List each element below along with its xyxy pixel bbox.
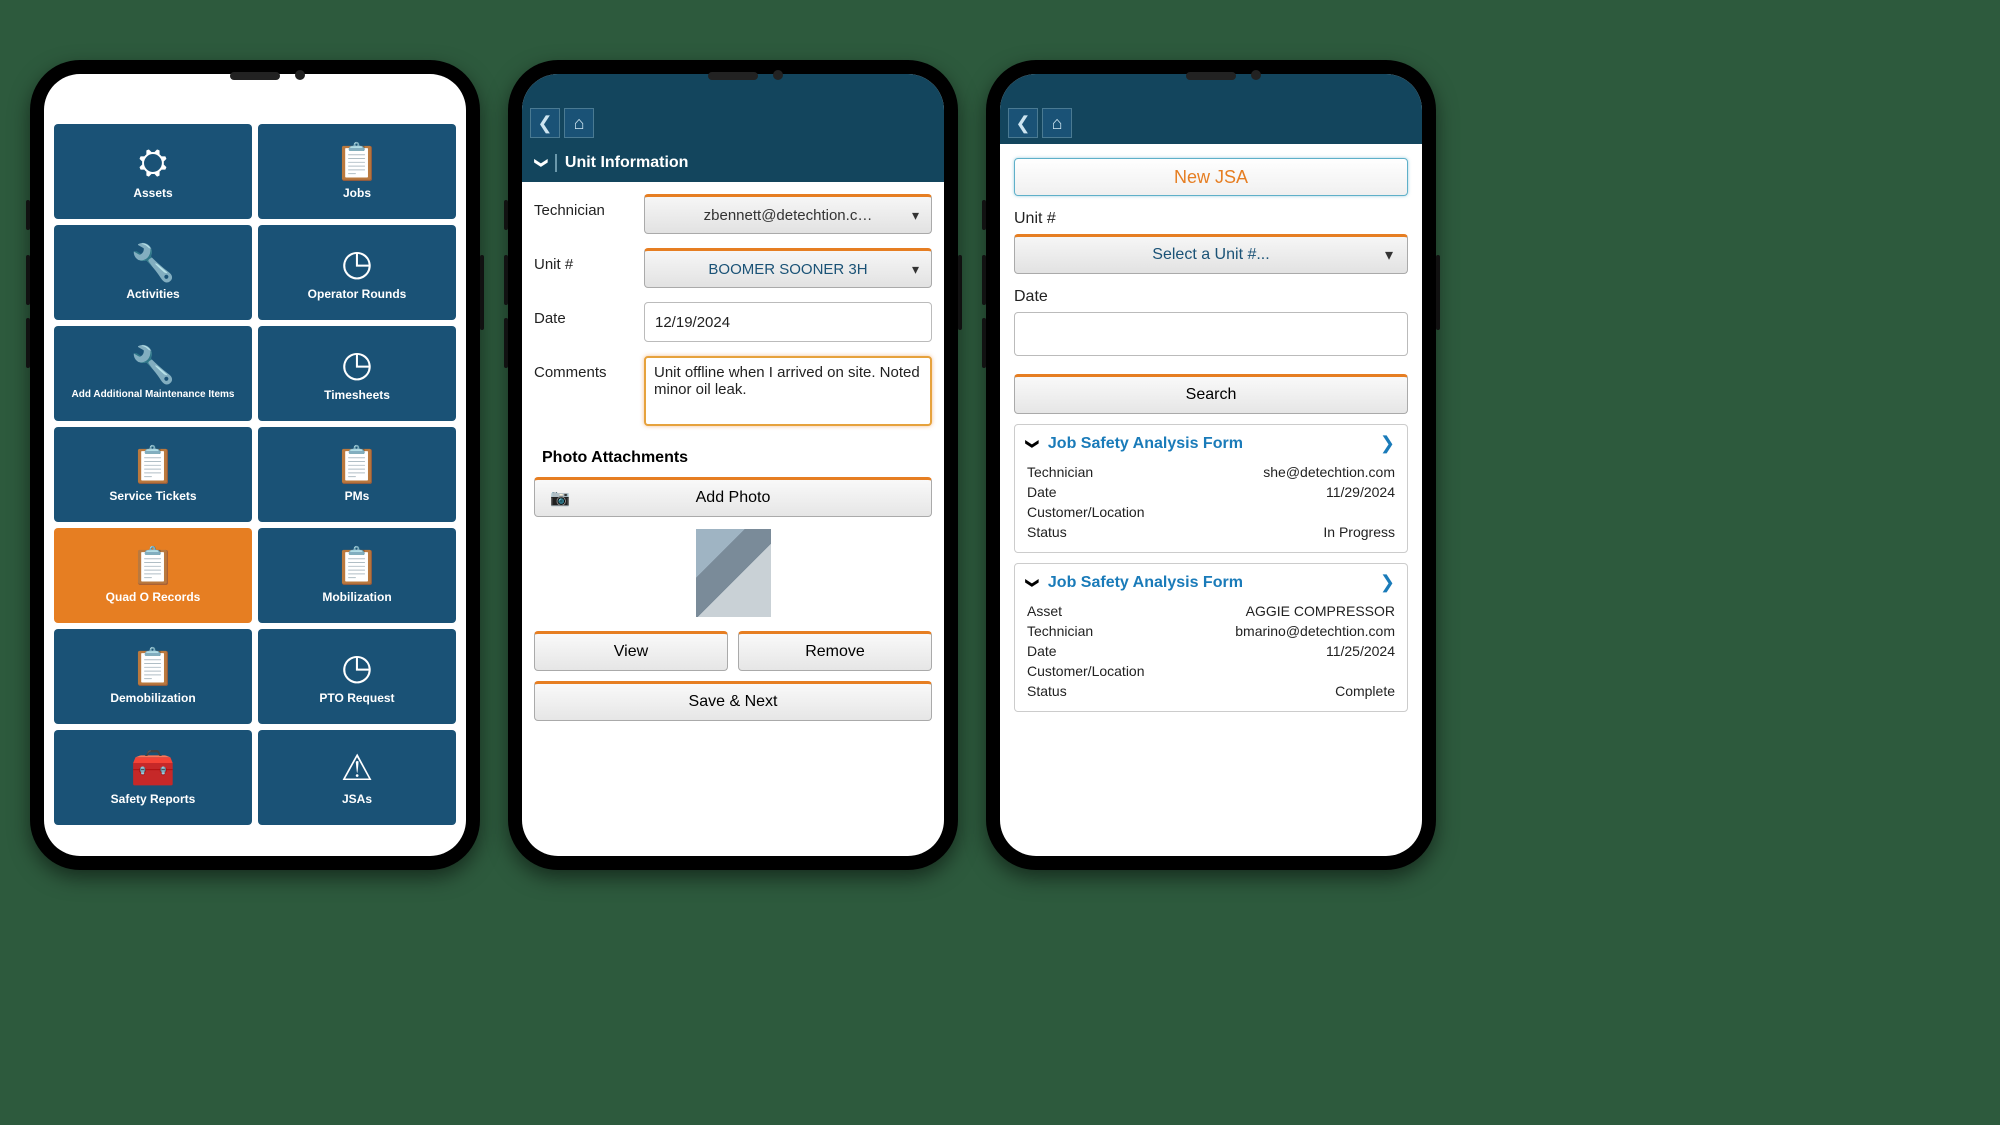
menu-tile-pto-request[interactable]: ◷ PTO Request: [258, 629, 456, 724]
tile-icon: ◷: [341, 649, 372, 685]
topbar: ❮ ⌂: [522, 74, 944, 144]
unit-select[interactable]: BOOMER SOONER 3H: [644, 248, 932, 288]
tile-label: Mobilization: [322, 590, 391, 604]
menu-tile-demobilization[interactable]: 📋 Demobilization: [54, 629, 252, 724]
chevron-down-icon: ❯: [533, 158, 549, 169]
tile-label: Timesheets: [324, 388, 390, 402]
chevron-down-icon: ❯: [1024, 438, 1040, 449]
tile-icon: ⛭: [139, 144, 168, 180]
back-button[interactable]: ❮: [530, 108, 560, 138]
unit-label: Unit #: [534, 248, 644, 273]
tile-icon: ◷: [341, 346, 372, 382]
camera-icon: 📷: [550, 488, 570, 508]
home-button[interactable]: ⌂: [564, 108, 594, 138]
chevron-right-icon: ❯: [1380, 572, 1395, 593]
view-button[interactable]: View: [534, 631, 728, 671]
tile-icon: 📋: [335, 548, 380, 584]
photo-thumbnail[interactable]: [696, 529, 771, 617]
tile-label: Add Additional Maintenance Items: [72, 389, 235, 401]
menu-tile-quad-o-records[interactable]: 📋 Quad O Records: [54, 528, 252, 623]
menu-tile-timesheets[interactable]: ◷ Timesheets: [258, 326, 456, 421]
tile-icon: 🔧: [131, 347, 176, 383]
menu-tile-service-tickets[interactable]: 📋 Service Tickets: [54, 427, 252, 522]
menu-tile-pms[interactable]: 📋 PMs: [258, 427, 456, 522]
tile-label: Assets: [133, 186, 172, 200]
menu-tile-safety-reports[interactable]: 🧰 Safety Reports: [54, 730, 252, 825]
date-label: Date: [1014, 288, 1408, 306]
menu-tile-jsas[interactable]: ⚠ JSAs: [258, 730, 456, 825]
tile-label: Safety Reports: [111, 792, 196, 806]
card-row: Date11/25/2024: [1027, 641, 1395, 661]
section-header[interactable]: ❯ Unit Information: [522, 144, 944, 182]
menu-tile-assets[interactable]: ⛭ Assets: [54, 124, 252, 219]
jsa-card[interactable]: ❯ Job Safety Analysis Form ❯ Technicianshe@…: [1014, 424, 1408, 553]
tile-icon: 📋: [131, 447, 176, 483]
card-row: AssetAGGIE COMPRESSOR: [1027, 601, 1395, 621]
tile-icon: 📋: [335, 144, 380, 180]
tile-label: Operator Rounds: [308, 287, 407, 301]
card-row: Customer/Location: [1027, 502, 1395, 522]
tile-icon: 🔧: [131, 245, 176, 281]
new-jsa-button[interactable]: New JSA: [1014, 158, 1408, 196]
menu-tile-operator-rounds[interactable]: ◷ Operator Rounds: [258, 225, 456, 320]
tile-label: Jobs: [343, 186, 371, 200]
card-row: StatusComplete: [1027, 681, 1395, 701]
technician-select[interactable]: zbennett@detechtion.c…: [644, 194, 932, 234]
phone-unit-info: ❮ ⌂ ❯ Unit Information Technician zbenne…: [508, 60, 958, 870]
comments-textarea[interactable]: Unit offline when I arrived on site. Not…: [644, 356, 932, 426]
tile-label: Quad O Records: [106, 590, 201, 604]
save-next-button[interactable]: Save & Next: [534, 681, 932, 721]
unit-select[interactable]: Select a Unit #...: [1014, 234, 1408, 274]
menu-tile-add-additional-maintenance-items[interactable]: 🔧 Add Additional Maintenance Items: [54, 326, 252, 421]
section-title: Unit Information: [555, 154, 689, 172]
tile-label: Service Tickets: [109, 489, 196, 503]
add-photo-button[interactable]: 📷 Add Photo: [534, 477, 932, 517]
card-title: Job Safety Analysis Form: [1048, 574, 1370, 592]
phone-menu: ⛭ Assets 📋 Jobs 🔧 Activities ◷ Operator Rounds 🔧…: [30, 60, 480, 870]
menu-tile-jobs[interactable]: 📋 Jobs: [258, 124, 456, 219]
tile-label: Activities: [126, 287, 179, 301]
menu-tile-mobilization[interactable]: 📋 Mobilization: [258, 528, 456, 623]
technician-label: Technician: [534, 194, 644, 219]
tile-icon: ◷: [341, 245, 372, 281]
phone-jsa: ❮ ⌂ New JSA Unit # Select a Unit #... Da…: [986, 60, 1436, 870]
remove-button[interactable]: Remove: [738, 631, 932, 671]
tile-label: JSAs: [342, 792, 372, 806]
menu-tile-activities[interactable]: 🔧 Activities: [54, 225, 252, 320]
photo-attachments-header: Photo Attachments: [534, 445, 932, 477]
tile-label: PTO Request: [319, 691, 394, 705]
search-button[interactable]: Search: [1014, 374, 1408, 414]
tile-icon: 🧰: [131, 750, 176, 786]
home-button[interactable]: ⌂: [1042, 108, 1072, 138]
date-input[interactable]: [1014, 312, 1408, 356]
card-row: Technicianshe@detechtion.com: [1027, 462, 1395, 482]
tile-label: Demobilization: [110, 691, 195, 705]
topbar: ❮ ⌂: [1000, 74, 1422, 144]
card-title: Job Safety Analysis Form: [1048, 435, 1370, 453]
tile-label: PMs: [345, 489, 370, 503]
card-row: Date11/29/2024: [1027, 482, 1395, 502]
tile-icon: 📋: [131, 649, 176, 685]
card-row: Customer/Location: [1027, 661, 1395, 681]
card-row: StatusIn Progress: [1027, 522, 1395, 542]
chevron-down-icon: ❯: [1024, 577, 1040, 588]
comments-label: Comments: [534, 356, 644, 381]
tile-icon: 📋: [335, 447, 380, 483]
card-row: Technicianbmarino@detechtion.com: [1027, 621, 1395, 641]
tile-icon: ⚠: [341, 750, 373, 786]
unit-label: Unit #: [1014, 210, 1408, 228]
tile-icon: 📋: [131, 548, 176, 584]
date-input[interactable]: [644, 302, 932, 342]
chevron-right-icon: ❯: [1380, 433, 1395, 454]
menu-grid: ⛭ Assets 📋 Jobs 🔧 Activities ◷ Operator Rounds 🔧…: [44, 74, 466, 835]
jsa-card[interactable]: ❯ Job Safety Analysis Form ❯ AssetAGGIE COM…: [1014, 563, 1408, 712]
back-button[interactable]: ❮: [1008, 108, 1038, 138]
date-label: Date: [534, 302, 644, 327]
